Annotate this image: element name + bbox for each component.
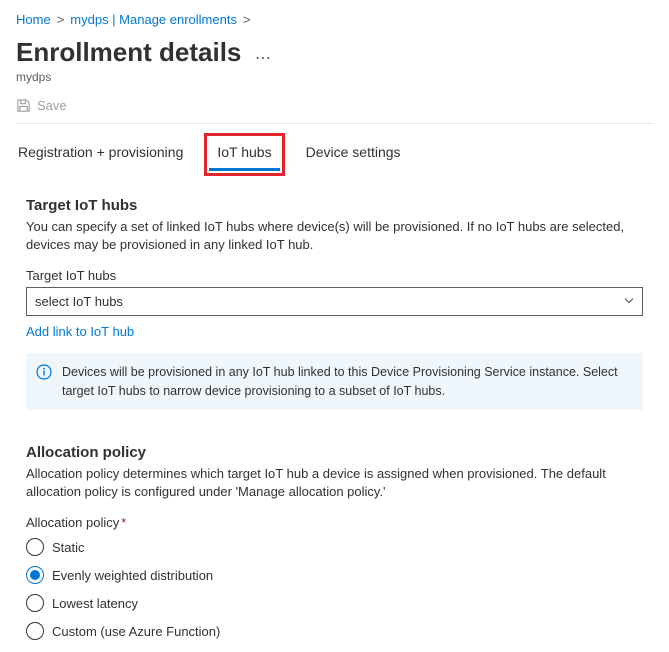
breadcrumb-home[interactable]: Home xyxy=(16,12,51,27)
allocation-policy-radio-group: Static Evenly weighted distribution Lowe… xyxy=(26,538,643,640)
divider xyxy=(16,123,653,124)
breadcrumb: Home > mydps | Manage enrollments > xyxy=(16,12,653,27)
more-actions-button[interactable]: ⋯ xyxy=(255,48,271,68)
allocation-policy-label: Allocation policy* xyxy=(26,515,643,530)
tab-iot-hubs[interactable]: IoT hubs xyxy=(209,138,279,171)
target-iot-hubs-heading: Target IoT hubs xyxy=(26,197,643,214)
page-subtitle: mydps xyxy=(16,70,653,84)
chevron-right-icon: > xyxy=(243,12,251,27)
radio-icon xyxy=(26,622,44,640)
info-message-text: Devices will be provisioned in any IoT h… xyxy=(62,365,618,397)
breadcrumb-parent[interactable]: mydps | Manage enrollments xyxy=(70,12,237,27)
allocation-policy-description: Allocation policy determines which targe… xyxy=(26,465,643,501)
chevron-right-icon: > xyxy=(57,12,65,27)
info-icon xyxy=(36,364,52,385)
radio-icon xyxy=(26,566,44,584)
target-iot-hubs-select[interactable]: select IoT hubs xyxy=(26,287,643,316)
info-message: Devices will be provisioned in any IoT h… xyxy=(26,353,643,409)
radio-static[interactable]: Static xyxy=(26,538,643,556)
radio-icon xyxy=(26,538,44,556)
save-icon xyxy=(16,98,31,113)
save-button[interactable]: Save xyxy=(37,98,67,113)
radio-icon xyxy=(26,594,44,612)
add-link-to-iot-hub[interactable]: Add link to IoT hub xyxy=(26,324,134,339)
allocation-policy-heading: Allocation policy xyxy=(26,444,643,461)
page-title: Enrollment details xyxy=(16,37,241,68)
radio-lowest-latency[interactable]: Lowest latency xyxy=(26,594,643,612)
radio-custom[interactable]: Custom (use Azure Function) xyxy=(26,622,643,640)
target-iot-hubs-label: Target IoT hubs xyxy=(26,268,643,283)
required-indicator: * xyxy=(121,515,126,530)
radio-label: Evenly weighted distribution xyxy=(52,568,213,583)
tab-device-settings[interactable]: Device settings xyxy=(304,138,403,171)
target-iot-hubs-description: You can specify a set of linked IoT hubs… xyxy=(26,218,643,254)
tab-registration-provisioning[interactable]: Registration + provisioning xyxy=(16,138,185,171)
radio-label: Static xyxy=(52,540,85,555)
radio-evenly-weighted[interactable]: Evenly weighted distribution xyxy=(26,566,643,584)
radio-label: Custom (use Azure Function) xyxy=(52,624,220,639)
tab-bar: Registration + provisioning IoT hubs Dev… xyxy=(16,138,653,171)
radio-label: Lowest latency xyxy=(52,596,138,611)
toolbar: Save xyxy=(16,98,653,123)
